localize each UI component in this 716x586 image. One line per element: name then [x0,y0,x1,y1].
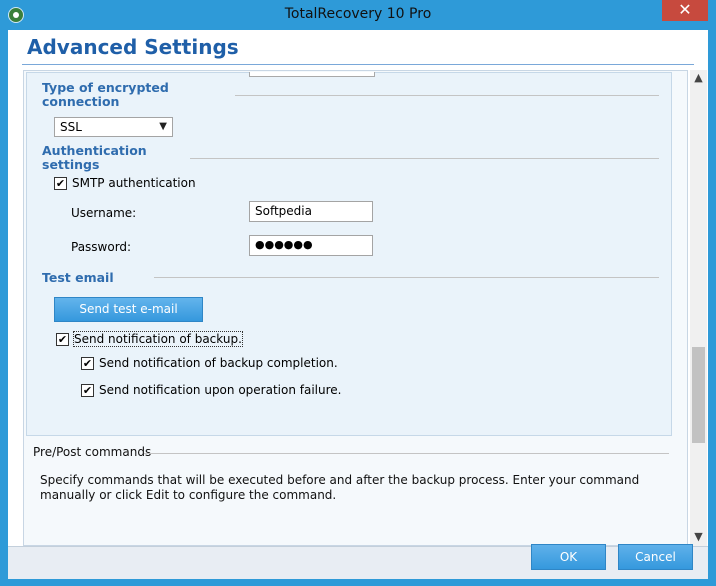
username-input[interactable]: Softpedia [249,201,373,222]
vertical-scrollbar[interactable]: ▲ ▼ [690,70,707,546]
scroll-thumb[interactable] [692,347,705,443]
scroll-down-icon[interactable]: ▼ [690,530,707,544]
check-icon: ✔ [82,357,93,370]
prepost-description: Specify commands that will be executed b… [40,473,640,502]
prepost-commands-panel: Pre/Post commands Specify commands that … [24,445,687,545]
password-input[interactable]: ●●●●●● [249,235,373,256]
operation-failure-label: Send notification upon operation failure… [99,383,342,397]
connection-type-divider [235,95,659,96]
send-backup-notification-checkbox[interactable]: ✔ [56,333,69,346]
email-settings-panel: Type of encrypted connection SSL ▼ Authe… [26,72,672,436]
ok-button[interactable]: OK [531,544,606,570]
dialog-body: Advanced Settings Type of encrypted conn… [8,30,708,579]
connection-type-value: SSL [60,120,82,134]
check-icon: ✔ [82,384,93,397]
operation-failure-checkbox[interactable]: ✔ [81,384,94,397]
test-email-heading: Test email [42,270,114,285]
app-window: TotalRecovery 10 Pro ✕ Advanced Settings… [0,0,716,586]
backup-completion-label: Send notification of backup completion. [99,356,338,370]
prepost-commands-heading: Pre/Post commands [33,445,152,459]
scroll-up-icon[interactable]: ▲ [690,71,707,85]
password-label: Password: [71,240,132,254]
chevron-down-icon: ▼ [159,121,167,132]
backup-completion-checkbox[interactable]: ✔ [81,357,94,370]
settings-scroll-area: Type of encrypted connection SSL ▼ Authe… [23,70,688,546]
connection-type-heading: Type of encrypted connection [42,80,169,109]
test-email-divider [154,277,659,278]
cancel-button[interactable]: Cancel [618,544,693,570]
send-backup-notification-label: Send notification of backup. [73,331,243,347]
dialog-footer: OK Cancel [8,544,708,579]
close-button[interactable]: ✕ [662,0,708,21]
connection-type-select[interactable]: SSL ▼ [54,117,173,137]
header-divider [22,64,694,65]
auth-settings-divider [190,158,659,159]
send-test-email-button[interactable]: Send test e-mail [54,297,203,322]
check-icon: ✔ [57,333,68,346]
partial-input-field[interactable] [249,72,375,77]
title-bar: TotalRecovery 10 Pro ✕ [0,0,716,30]
check-icon: ✔ [55,177,66,190]
smtp-auth-label: SMTP authentication [72,176,196,190]
auth-settings-heading: Authentication settings [42,143,147,172]
window-title: TotalRecovery 10 Pro [284,6,432,22]
page-title: Advanced Settings [27,35,239,59]
prepost-divider [144,453,669,454]
smtp-auth-checkbox[interactable]: ✔ [54,177,67,190]
username-label: Username: [71,206,137,220]
